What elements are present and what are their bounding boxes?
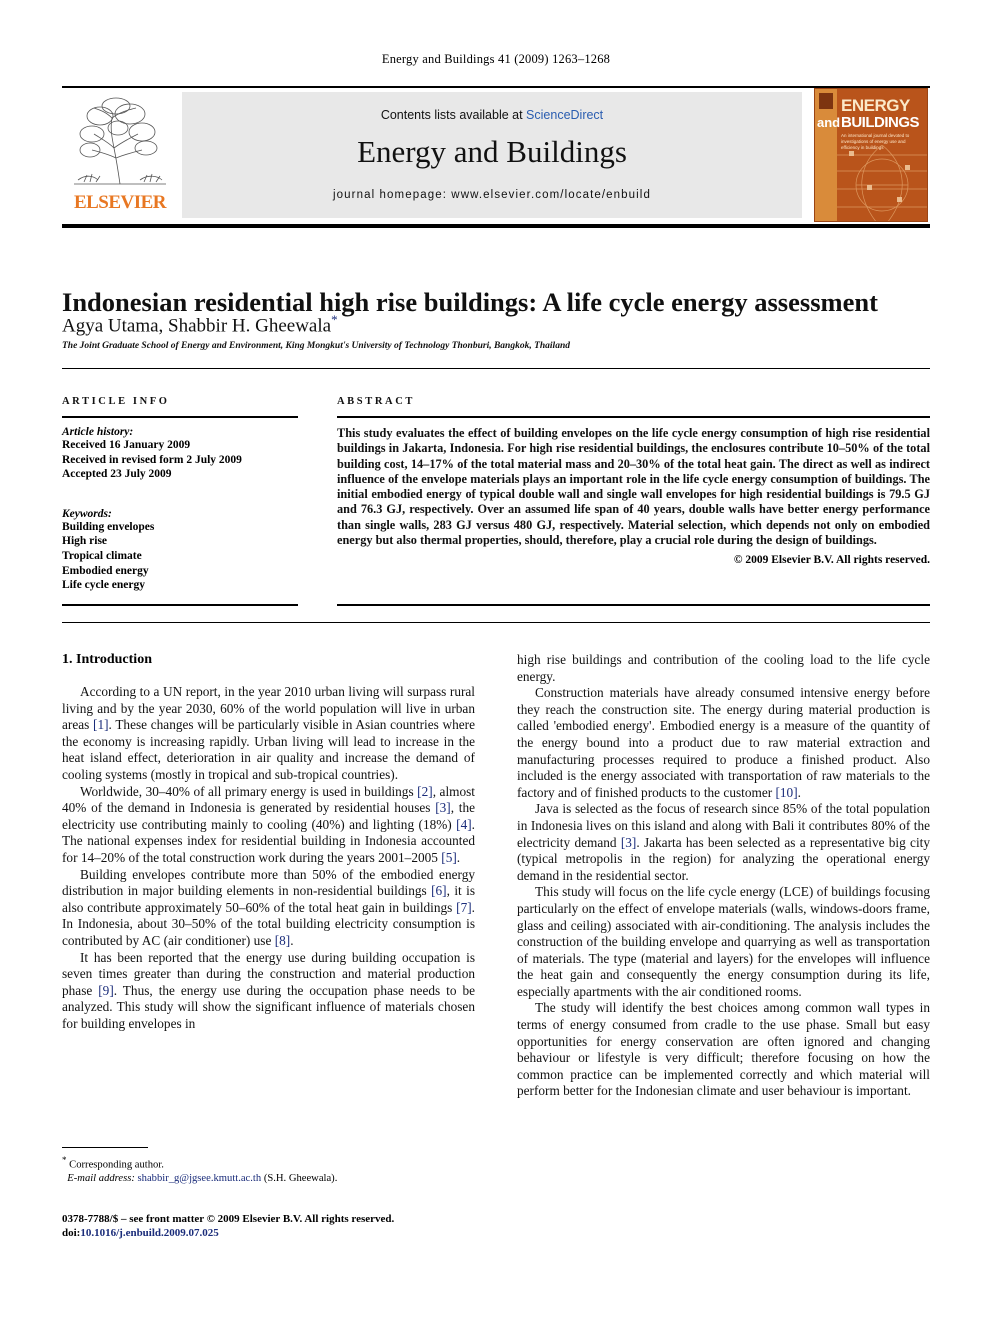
article-info-column: ARTICLE INFO Article history: Received 1… <box>62 396 298 593</box>
abstract-rule <box>337 416 930 418</box>
article-info-bottom-rule <box>62 604 298 606</box>
article-info-rule <box>62 416 298 418</box>
journal-homepage-link[interactable]: journal homepage: www.elsevier.com/locat… <box>182 189 802 201</box>
author-list: Agya Utama, Shabbir H. Gheewala* <box>62 312 930 337</box>
banner-bottom-rule <box>62 224 930 228</box>
citation-ref[interactable]: [3] <box>435 800 451 815</box>
abstract-bottom-rule <box>337 604 930 606</box>
footnote-star-marker: * <box>62 1155 67 1165</box>
citation-ref[interactable]: [7] <box>456 900 472 915</box>
abstract-label: ABSTRACT <box>337 396 415 407</box>
doi-line: doi:10.1016/j.enbuild.2009.07.025 <box>62 1226 475 1240</box>
doi-prefix: doi: <box>62 1227 81 1239</box>
paragraph: high rise buildings and contribution of … <box>517 652 930 684</box>
email-owner: (S.H. Gheewala). <box>263 1173 338 1185</box>
paragraph: The study will identify the best choices… <box>517 1000 930 1099</box>
article-info-label: ARTICLE INFO <box>62 396 170 407</box>
citation-ref[interactable]: [2] <box>417 784 433 799</box>
journal-title: Energy and Buildings <box>357 134 627 169</box>
author-names: Agya Utama, Shabbir H. Gheewala <box>62 315 332 337</box>
citation-ref[interactable]: [1] <box>93 717 109 732</box>
citation-ref[interactable]: [10] <box>775 785 797 800</box>
contents-line: Contents lists available at ScienceDirec… <box>182 108 802 122</box>
email-note: E-mail address: shabbir_g@jgsee.kmutt.ac… <box>62 1172 475 1186</box>
cover-elsevier-mark-icon <box>819 93 833 109</box>
keywords-heading: Keywords: <box>62 507 112 520</box>
article-history-accepted: Accepted 23 July 2009 <box>62 468 172 481</box>
email-link[interactable]: shabbir_g@jgsee.kmutt.ac.th <box>138 1173 262 1184</box>
citation-ref[interactable]: [3] <box>621 835 637 850</box>
article-history-heading: Article history: <box>62 426 134 438</box>
journal-cover-thumbnail: ENERGY and BUILDINGS An international jo… <box>814 88 928 222</box>
citation-ref[interactable]: [9] <box>98 983 114 998</box>
journal-banner: ELSEVIER Contents lists available at Sci… <box>62 86 930 228</box>
elsevier-logo: ELSEVIER <box>64 92 176 218</box>
paragraph: According to a UN report, in the year 20… <box>62 684 475 782</box>
paragraph: Worldwide, 30–40% of all primary energy … <box>62 783 475 865</box>
running-head: Energy and Buildings 41 (2009) 1263–1268 <box>381 52 611 66</box>
article-page: Energy and Buildings 41 (2009) 1263–1268 <box>0 0 992 1323</box>
paragraph: This study will focus on the life cycle … <box>517 884 930 999</box>
paragraph: Construction materials have already cons… <box>517 685 930 800</box>
keyword-item: Tropical climate <box>62 549 142 562</box>
citation-ref[interactable]: [5] <box>441 850 457 865</box>
corresponding-author-note: * Corresponding author. <box>62 1154 475 1172</box>
banner-center-panel: Contents lists available at ScienceDirec… <box>182 92 802 218</box>
paragraph: Java is selected as the focus of researc… <box>517 801 930 883</box>
cover-artwork-icon <box>837 145 927 221</box>
abstract-column: ABSTRACT This study evaluates the effect… <box>337 396 930 566</box>
banner-top-rule <box>62 86 930 88</box>
doi-link[interactable]: 10.1016/j.enbuild.2009.07.025 <box>80 1227 218 1239</box>
elsevier-tree-icon <box>74 97 166 185</box>
cover-title-and: and <box>817 115 841 130</box>
title-divider <box>62 368 930 369</box>
contents-prefix: Contents lists available at <box>380 108 527 122</box>
article-history-revised: Received in revised form 2 July 2009 <box>62 453 242 466</box>
paragraph: Building envelopes contribute more than … <box>62 866 475 948</box>
elsevier-wordmark: ELSEVIER <box>73 192 167 213</box>
footnote-rule <box>62 1147 148 1148</box>
body-column-left: 1. Introduction According to a UN report… <box>62 652 475 1032</box>
email-label: E-mail address: <box>67 1173 135 1185</box>
paragraph: It has been reported that the energy use… <box>62 949 475 1031</box>
body-top-divider <box>62 622 930 623</box>
abstract-copyright: © 2009 Elsevier B.V. All rights reserved… <box>733 554 930 567</box>
article-history-received: Received 16 January 2009 <box>62 439 191 451</box>
corresponding-author-text: Corresponding author. <box>69 1159 164 1171</box>
section-heading-introduction: 1. Introduction <box>62 652 152 667</box>
corresponding-author-marker: * <box>331 312 338 327</box>
keyword-item: High rise <box>62 535 108 548</box>
abstract-text: This study evaluates the effect of build… <box>337 426 930 548</box>
issn-front-matter: 0378-7788/$ – see front matter © 2009 El… <box>62 1213 395 1225</box>
cover-title-buildings: BUILDINGS <box>841 114 920 131</box>
keywords-block: Keywords: Building envelopes High rise T… <box>62 508 298 593</box>
cover-title-energy: ENERGY <box>841 96 910 115</box>
imprint-block: 0378-7788/$ – see front matter © 2009 El… <box>62 1212 475 1240</box>
sciencedirect-link[interactable]: ScienceDirect <box>526 108 603 122</box>
affiliation: The Joint Graduate School of Energy and … <box>62 341 570 351</box>
citation-ref[interactable]: [6] <box>431 883 447 898</box>
keyword-item: Building envelopes <box>62 520 155 533</box>
body-column-right: high rise buildings and contribution of … <box>517 652 930 1100</box>
keyword-item: Embodied energy <box>62 564 149 577</box>
keyword-item: Life cycle energy <box>62 579 146 592</box>
citation-ref[interactable]: [4] <box>456 817 472 832</box>
citation-ref[interactable]: [8] <box>275 933 291 948</box>
footnote-block: * Corresponding author. E-mail address: … <box>62 1147 475 1186</box>
